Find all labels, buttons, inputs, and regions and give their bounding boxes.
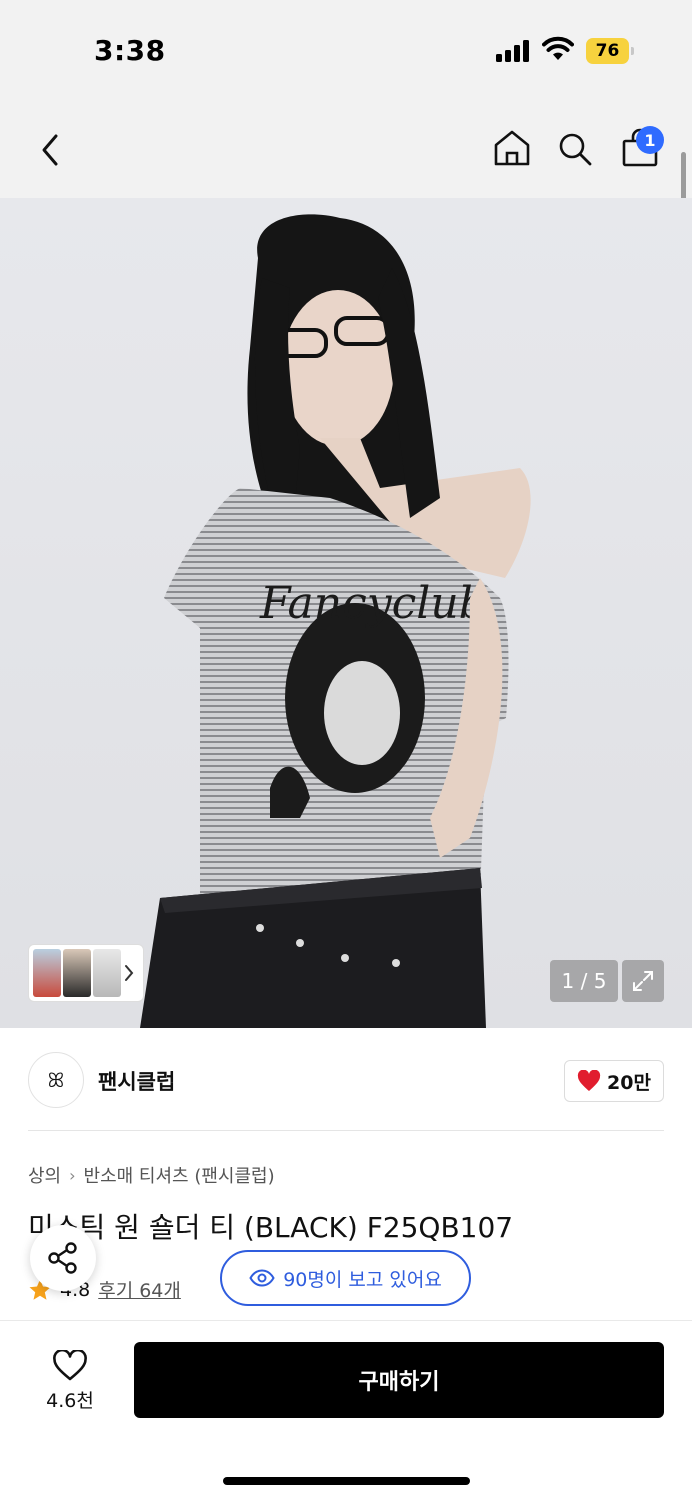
product-title: 미스틱 원 숄더 티 (BLACK) F25QB107 xyxy=(28,1211,514,1244)
bottom-bar-divider xyxy=(0,1320,692,1321)
product-photo: Fancyclub xyxy=(140,214,531,1028)
expand-button[interactable] xyxy=(622,960,664,1002)
thumbnail[interactable] xyxy=(93,949,121,997)
divider xyxy=(28,1130,664,1131)
eye-icon xyxy=(249,1269,275,1287)
battery-icon: 76 xyxy=(586,38,634,64)
status-time: 3:38 xyxy=(94,34,166,67)
signal-icon xyxy=(496,40,529,62)
chevron-right-icon: › xyxy=(69,1165,76,1185)
breadcrumb: 상의 › 반소매 티셔츠 (팬시클럽) xyxy=(28,1162,275,1188)
product-image[interactable]: Fancyclub xyxy=(0,198,692,1028)
svg-text:Fancyclub: Fancyclub xyxy=(259,578,487,629)
heart-filled-icon xyxy=(577,1070,601,1091)
share-button[interactable] xyxy=(30,1225,96,1291)
status-bar: 3:38 76 xyxy=(0,0,692,100)
wishlist-button[interactable]: 4.6천 xyxy=(30,1344,110,1418)
battery-level: 76 xyxy=(586,38,629,64)
expand-icon xyxy=(633,971,653,991)
cart-badge: 1 xyxy=(636,126,664,154)
viewers-badge: 90명이 보고 있어요 xyxy=(220,1250,471,1306)
brand-name[interactable]: 팬시클럽 xyxy=(98,1066,175,1096)
back-chevron-icon[interactable] xyxy=(32,130,68,170)
buy-button[interactable]: 구매하기 xyxy=(134,1342,664,1418)
viewers-text: 90명이 보고 있어요 xyxy=(283,1268,442,1291)
wifi-icon xyxy=(542,36,574,60)
brand-logo[interactable]: ꕤ xyxy=(28,1052,84,1108)
search-icon[interactable] xyxy=(556,130,594,168)
thumbnail[interactable] xyxy=(33,949,61,997)
home-icon[interactable] xyxy=(492,128,532,168)
chevron-right-icon[interactable] xyxy=(120,958,138,988)
wishlist-count: 4.6천 xyxy=(46,1389,94,1412)
breadcrumb-item[interactable]: 상의 xyxy=(28,1162,61,1188)
brand-like-button[interactable]: 20만 xyxy=(564,1060,664,1102)
share-icon xyxy=(48,1242,77,1274)
review-link[interactable]: 후기 64개 xyxy=(98,1276,181,1303)
home-indicator xyxy=(223,1477,470,1485)
brand-like-count: 20만 xyxy=(607,1071,651,1094)
image-pager: 1 / 5 xyxy=(550,960,618,1002)
breadcrumb-item[interactable]: 반소매 티셔츠 (팬시클럽) xyxy=(84,1162,275,1188)
heart-outline-icon xyxy=(53,1349,87,1380)
thumbnail[interactable] xyxy=(63,949,91,997)
